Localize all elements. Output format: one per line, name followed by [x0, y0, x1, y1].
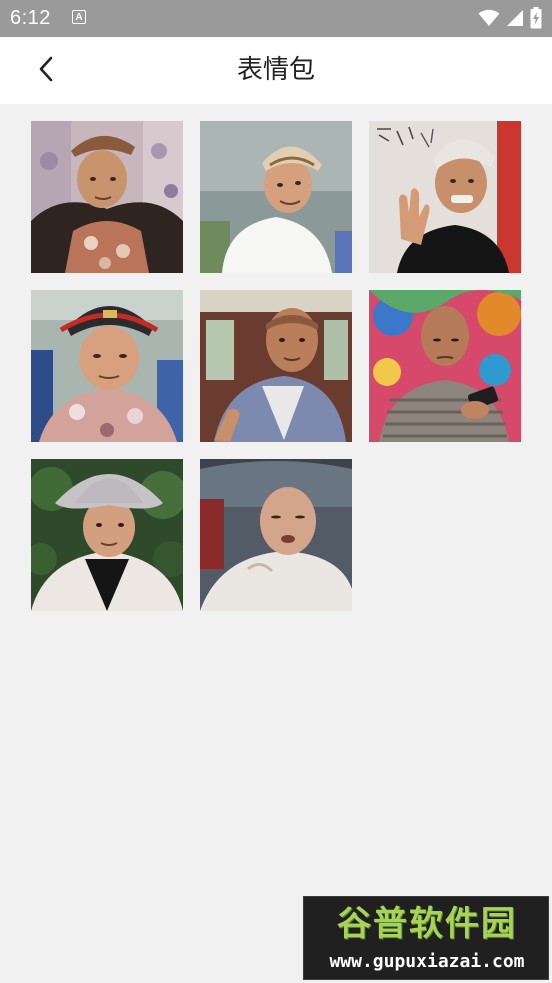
status-icons: [478, 7, 542, 29]
sticker-2-image: [200, 121, 352, 273]
sticker-5[interactable]: [200, 290, 352, 442]
sticker-3[interactable]: [369, 121, 521, 273]
sticker-4[interactable]: [31, 290, 183, 442]
watermark-brand: 谷普软件园: [337, 904, 517, 944]
watermark-url: www.gupuxiazai.com: [329, 951, 525, 972]
sticker-7[interactable]: [31, 459, 183, 611]
cellular-signal-icon: [506, 9, 524, 27]
sticker-1[interactable]: [31, 121, 183, 273]
status-time: 6:12: [10, 7, 51, 29]
sticker-2[interactable]: [200, 121, 352, 273]
notification-icon: A: [72, 10, 86, 24]
status-bar: 6:12 A: [0, 0, 552, 37]
sticker-3-image: [369, 121, 521, 273]
app-bar: 表情包: [0, 37, 552, 104]
page-title: 表情包: [236, 55, 315, 85]
sticker-8[interactable]: [200, 459, 352, 611]
watermark-logo: 谷普软件园 www.gupuxiazai.com: [303, 896, 549, 980]
sticker-grid: [31, 121, 521, 611]
sticker-1-image: [31, 121, 183, 273]
sticker-6-image: [369, 290, 521, 442]
sticker-7-image: [31, 459, 183, 611]
battery-charging-icon: [530, 7, 542, 29]
sticker-5-image: [200, 290, 352, 442]
wifi-icon: [478, 9, 500, 27]
sticker-6[interactable]: [369, 290, 521, 442]
sticker-8-image: [200, 459, 352, 611]
sticker-4-image: [31, 290, 183, 442]
